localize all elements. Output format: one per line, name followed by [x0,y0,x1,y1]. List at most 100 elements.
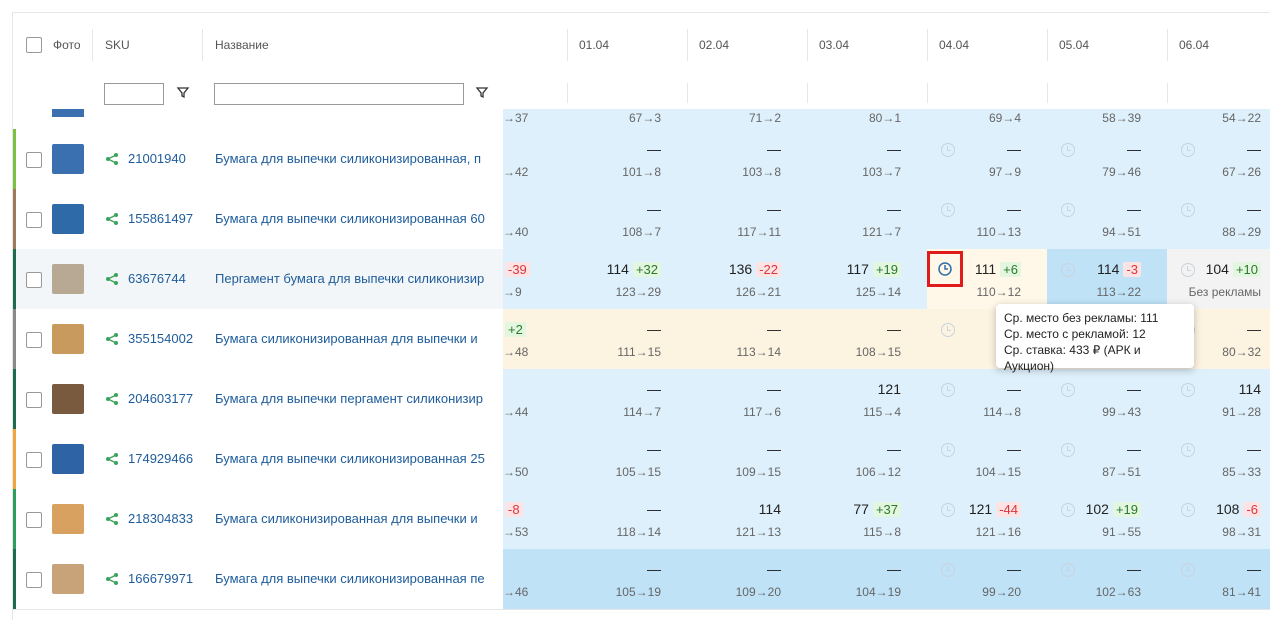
clock-icon[interactable] [1061,503,1075,517]
date-cell[interactable]: — 118→14 [567,489,687,549]
table-row[interactable]: 218304833 Бумага силиконизированная для … [13,489,1270,550]
date-cell[interactable]: — 103→7 [807,129,927,189]
date-cell[interactable]: — 121→7 [807,189,927,249]
column-header-date[interactable]: 06.04 [1179,13,1209,77]
clock-icon[interactable] [1181,443,1195,457]
date-cell[interactable]: — 94→51 [1047,189,1167,249]
date-cell[interactable]: — 105→19 [567,549,687,609]
clock-icon[interactable] [941,323,955,337]
name-filter-input[interactable] [214,83,464,105]
row-checkbox[interactable] [26,392,42,408]
date-cell[interactable]: — 117→6 [687,369,807,429]
product-thumbnail[interactable] [52,204,84,234]
date-cell[interactable]: 114 121→13 [687,489,807,549]
date-cell[interactable]: 104 +10 Без рекламы [1167,249,1270,309]
clock-icon[interactable] [1181,503,1195,517]
product-name-link[interactable]: Бумага для выпечки силиконизированная пе [215,549,503,609]
date-cell[interactable]: — 85→33 [1167,429,1270,489]
sku-filter-input[interactable] [104,83,164,105]
product-thumbnail[interactable] [52,264,84,294]
sku-link[interactable]: 63676744 [128,249,186,309]
product-name-link[interactable]: Бумага для выпечки силиконизированная 25 [215,429,503,489]
date-cell[interactable]: — 102→63 [1047,549,1167,609]
column-header-sku[interactable]: SKU [105,13,130,77]
date-cell[interactable]: 114 -3 113→22 [1047,249,1167,309]
column-header-name[interactable]: Название [215,13,269,77]
share-icon[interactable] [105,152,119,166]
date-cell[interactable]: — 108→15 [807,309,927,369]
sku-link[interactable]: 218304833 [128,489,193,549]
date-cell[interactable]: — 81→41 [1167,549,1270,609]
table-row[interactable]: 63676744 Пергамент бумага для выпечки си… [13,249,1270,310]
clock-icon[interactable] [1181,263,1195,277]
clock-icon[interactable] [1181,143,1195,157]
share-icon[interactable] [105,452,119,466]
clock-icon[interactable] [1061,143,1075,157]
date-cell[interactable]: — 114→7 [567,369,687,429]
select-all-checkbox[interactable] [26,37,42,53]
product-thumbnail[interactable] [52,384,84,414]
sku-link[interactable]: 21001940 [128,129,186,189]
date-cell[interactable]: — 101→8 [567,129,687,189]
sku-link[interactable]: 174929466 [128,429,193,489]
clock-icon[interactable] [941,203,955,217]
table-row[interactable]: 204603177 Бумага для выпечки пергамент с… [13,369,1270,430]
date-cell[interactable]: — 87→51 [1047,429,1167,489]
share-icon[interactable] [105,512,119,526]
column-header-date[interactable]: 01.04 [579,13,609,77]
row-checkbox[interactable] [26,512,42,528]
product-name-link[interactable]: Бумага силиконизированная для выпечки и [215,309,503,369]
clock-icon[interactable] [930,254,960,284]
row-checkbox[interactable] [26,212,42,228]
date-cell[interactable]: — 109→15 [687,429,807,489]
product-thumbnail[interactable] [52,504,84,534]
clock-icon[interactable] [1181,203,1195,217]
row-checkbox[interactable] [26,572,42,588]
date-cell[interactable]: — 111→15 [567,309,687,369]
column-header-date[interactable]: 02.04 [699,13,729,77]
date-cell[interactable]: 121 -44 121→16 [927,489,1047,549]
date-cell[interactable]: — 79→46 [1047,129,1167,189]
product-name-link[interactable]: Бумага для выпечки силиконизированная, п [215,129,503,189]
sku-link[interactable]: 355154002 [128,309,193,369]
share-icon[interactable] [105,272,119,286]
date-cell[interactable]: 102 +19 91→55 [1047,489,1167,549]
clock-icon[interactable] [941,563,955,577]
date-cell[interactable]: 121 115→4 [807,369,927,429]
clock-icon[interactable] [941,143,955,157]
row-checkbox[interactable] [26,332,42,348]
row-checkbox[interactable] [26,152,42,168]
clock-icon[interactable] [941,443,955,457]
sku-link[interactable]: 155861497 [128,189,193,249]
product-name-link[interactable]: Бумага для выпечки силиконизированная 60 [215,189,503,249]
date-cell[interactable]: — 104→19 [807,549,927,609]
date-cell[interactable]: — 99→43 [1047,369,1167,429]
filter-icon[interactable] [475,85,489,99]
clock-icon[interactable] [1061,383,1075,397]
date-cell[interactable]: — 104→15 [927,429,1047,489]
date-cell[interactable]: — 99→20 [927,549,1047,609]
row-checkbox[interactable] [26,452,42,468]
share-icon[interactable] [105,212,119,226]
date-cell[interactable]: 117 +19 125→14 [807,249,927,309]
ad-stats-clock-highlight[interactable] [927,251,963,287]
product-thumbnail[interactable] [52,324,84,354]
clock-icon[interactable] [1061,563,1075,577]
date-cell[interactable]: 136 -22 126→21 [687,249,807,309]
table-row[interactable]: 166679971 Бумага для выпечки силиконизир… [13,549,1270,610]
date-cell[interactable]: — 117→11 [687,189,807,249]
share-icon[interactable] [105,572,119,586]
clock-icon[interactable] [1181,383,1195,397]
table-row[interactable]: 174929466 Бумага для выпечки силиконизир… [13,429,1270,490]
product-name-link[interactable]: Бумага для выпечки пергамент силиконизир [215,369,503,429]
share-icon[interactable] [105,332,119,346]
product-thumbnail[interactable] [52,109,84,117]
date-cell[interactable]: — 105→15 [567,429,687,489]
date-cell[interactable]: — 106→12 [807,429,927,489]
product-thumbnail[interactable] [52,144,84,174]
date-cell[interactable]: 108 -6 98→31 [1167,489,1270,549]
date-cell[interactable]: — 103→8 [687,129,807,189]
column-header-date[interactable]: 04.04 [939,13,969,77]
table-row[interactable]: 21001940 Бумага для выпечки силиконизиро… [13,129,1270,190]
date-cell[interactable]: — 110→13 [927,189,1047,249]
